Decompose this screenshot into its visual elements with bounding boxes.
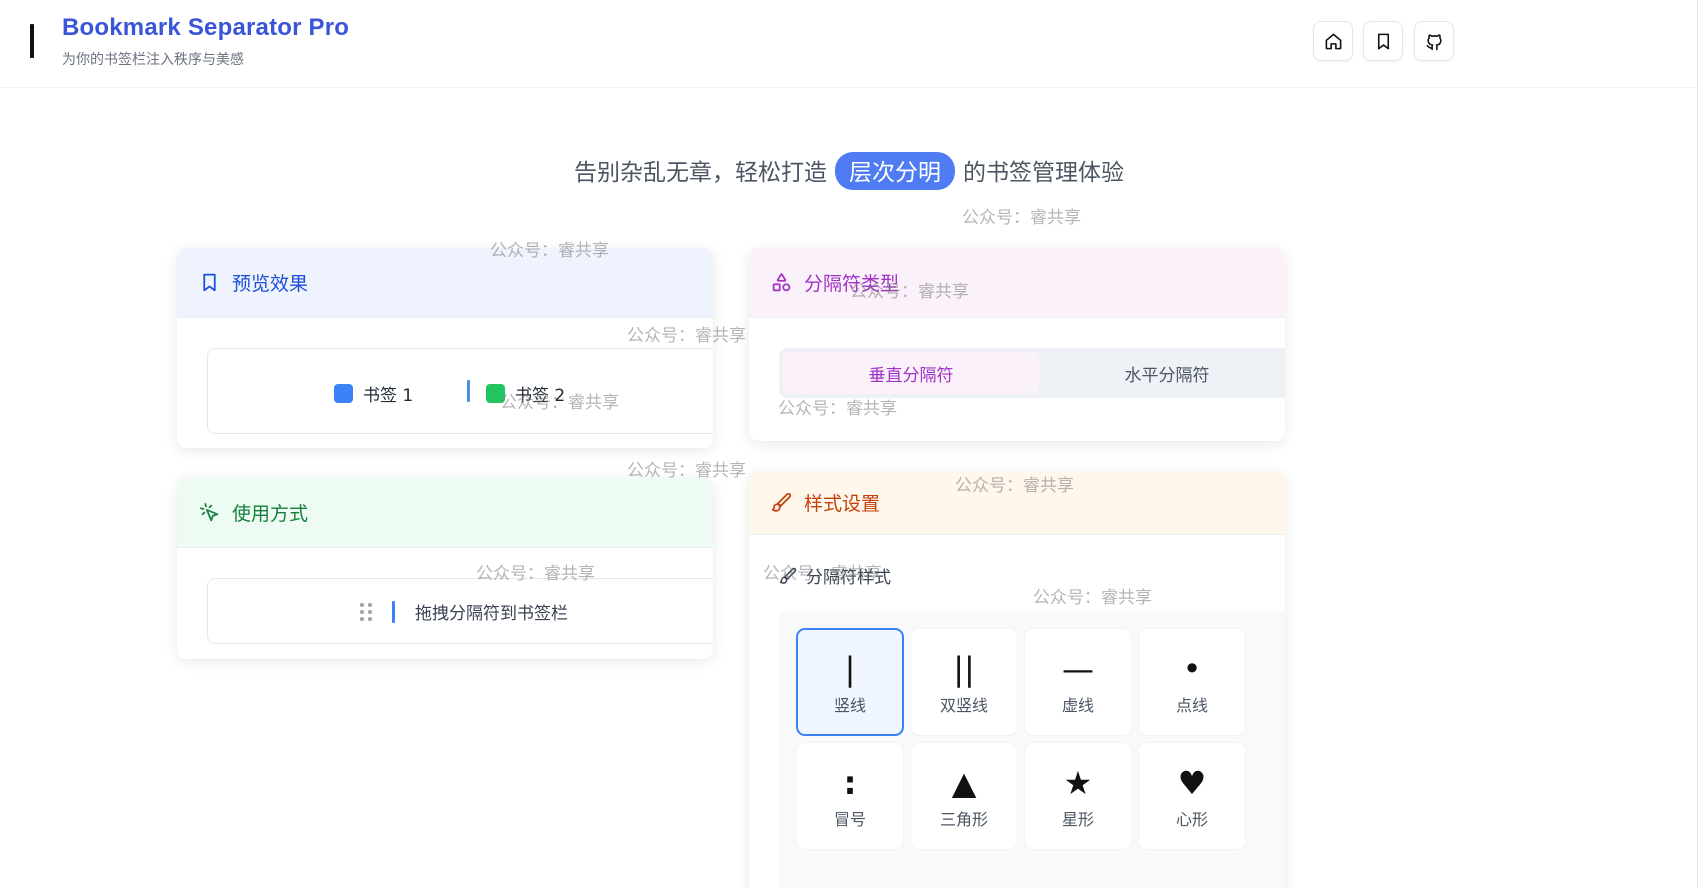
- paintbrush-icon: [771, 492, 792, 512]
- app-subtitle: 为你的书签栏注入秩序与美感: [62, 52, 244, 68]
- horizontal-separator-option[interactable]: 水平分隔符: [1039, 352, 1285, 394]
- hero-headline: 告别杂乱无章，轻松打造 层次分明 的书签管理体验: [0, 152, 1698, 190]
- cursor-click-icon: [200, 503, 219, 522]
- heart-glyph: ♥: [1177, 764, 1207, 802]
- style-settings-card-title: 样式设置: [804, 493, 881, 515]
- dash-glyph: —: [1062, 650, 1094, 688]
- style-settings-card: 样式设置 分隔符样式 | 竖线 || 双竖线 — 虚线 • 点线: 冒号 ▲ …: [749, 471, 1285, 888]
- style-settings-card-header: 样式设置: [749, 471, 1285, 535]
- style-tile-double-line[interactable]: || 双竖线: [910, 628, 1018, 736]
- separator-type-card-title: 分隔符类型: [804, 273, 900, 295]
- app-header: Bookmark Separator Pro 为你的书签栏注入秩序与美感: [0, 0, 1698, 88]
- preview-bookmark-1: 书签 1: [334, 381, 413, 406]
- usage-card-title: 使用方式: [232, 503, 309, 525]
- style-tile-label: 点线: [1175, 696, 1208, 715]
- preview-separator: [467, 380, 470, 402]
- preview-card-header: 预览效果: [177, 248, 713, 318]
- bookmark-1-color-swatch: [334, 384, 353, 403]
- bookmark-2-label: 书签 2: [515, 386, 566, 406]
- separator-style-label-text: 分隔符样式: [806, 568, 891, 588]
- bookmark-1-label: 书签 1: [363, 386, 414, 406]
- vertical-separator-option[interactable]: 垂直分隔符: [783, 352, 1039, 394]
- double-line-glyph: ||: [953, 650, 975, 688]
- bookmark-2-color-swatch: [486, 384, 505, 403]
- colon-glyph: :: [843, 764, 857, 802]
- style-tile-label: 三角形: [939, 810, 988, 829]
- bookmark-icon: [203, 273, 216, 292]
- style-tile-label: 双竖线: [939, 696, 988, 715]
- preview-bookmark-2: 书签 2: [486, 381, 565, 406]
- vertical-line-glyph: |: [844, 650, 856, 688]
- separator-type-card: 分隔符类型 垂直分隔符 水平分隔符: [749, 248, 1285, 441]
- usage-instruction: 拖拽分隔符到书签栏: [415, 604, 568, 624]
- github-icon: [1426, 33, 1442, 50]
- dot-glyph: •: [1182, 650, 1202, 688]
- shapes-icon: [772, 273, 791, 292]
- style-tile-vertical-line[interactable]: | 竖线: [796, 628, 904, 736]
- style-tile-dotted[interactable]: • 点线: [1138, 628, 1246, 736]
- brand-separator-logo: [30, 24, 34, 58]
- usage-card-header: 使用方式: [177, 478, 713, 548]
- triangle-glyph: ▲: [951, 764, 977, 802]
- usage-row: 拖拽分隔符到书签栏: [360, 599, 568, 624]
- app-title: Bookmark Separator Pro: [62, 14, 350, 41]
- separator-style-label: 分隔符样式: [779, 563, 891, 588]
- preview-card-title: 预览效果: [232, 273, 309, 295]
- headline-text-before: 告别杂乱无章，轻松打造: [574, 160, 827, 186]
- style-tile-label: 心形: [1175, 810, 1208, 829]
- star-glyph: ★: [1063, 764, 1093, 802]
- style-tile-label: 竖线: [833, 696, 866, 715]
- style-tile-colon[interactable]: : 冒号: [796, 742, 904, 850]
- home-button[interactable]: [1313, 21, 1353, 61]
- github-button[interactable]: [1414, 21, 1454, 61]
- draggable-separator-item[interactable]: 拖拽分隔符到书签栏: [207, 578, 713, 644]
- drag-handle-icon[interactable]: [360, 602, 372, 621]
- bookmark-button[interactable]: [1363, 21, 1403, 61]
- headline-text-after: 的书签管理体验: [963, 160, 1124, 186]
- separator-sample: [392, 600, 395, 623]
- page: Bookmark Separator Pro 为你的书签栏注入秩序与美感 告别杂…: [0, 0, 1698, 888]
- watermark: 公众号：睿共享: [962, 208, 1081, 228]
- separator-style-grid: | 竖线 || 双竖线 — 虚线 • 点线 : 冒号 ▲ 三角形 ★ 星形 ♥ …: [779, 611, 1285, 888]
- separator-type-card-header: 分隔符类型: [749, 248, 1285, 318]
- brush-icon: [779, 567, 797, 584]
- style-tile-dashed[interactable]: — 虚线: [1024, 628, 1132, 736]
- home-icon: [1325, 33, 1341, 49]
- style-tile-label: 冒号: [833, 810, 866, 829]
- style-tile-label: 星形: [1061, 810, 1094, 829]
- style-tile-heart[interactable]: ♥ 心形: [1138, 742, 1246, 850]
- bookmark-icon: [1377, 33, 1389, 49]
- style-tile-star[interactable]: ★ 星形: [1024, 742, 1132, 850]
- headline-highlight: 层次分明: [835, 152, 955, 190]
- separator-type-toggle: 垂直分隔符 水平分隔符: [779, 348, 1285, 398]
- preview-card: 预览效果 书签 1 书签 2: [177, 248, 713, 448]
- style-tile-triangle[interactable]: ▲ 三角形: [910, 742, 1018, 850]
- style-tile-label: 虚线: [1061, 696, 1094, 715]
- usage-card: 使用方式 拖拽分隔符到书签栏: [177, 478, 713, 659]
- bookmark-bar-preview: 书签 1 书签 2: [207, 348, 713, 434]
